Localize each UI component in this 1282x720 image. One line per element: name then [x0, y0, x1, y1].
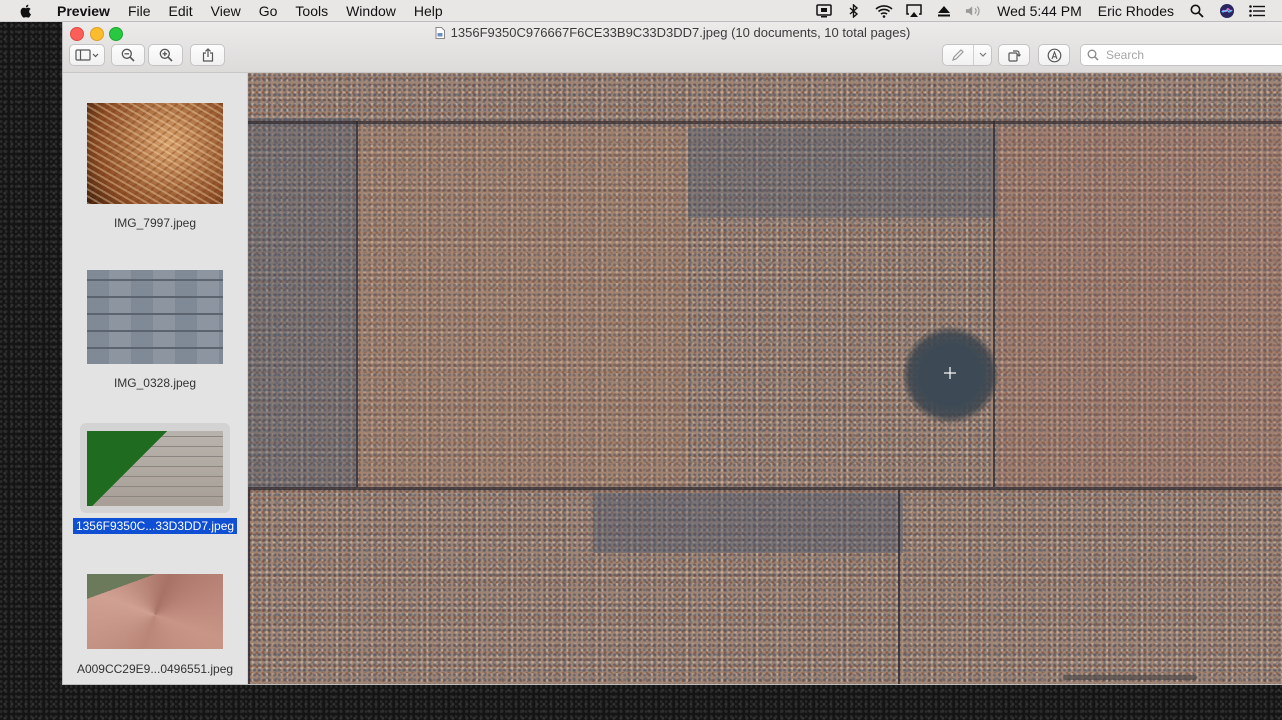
markup-toolbar-button[interactable]	[1038, 44, 1070, 66]
thumbnail-label: A009CC29E9...0496551.jpeg	[76, 662, 234, 676]
bluetooth-icon[interactable]	[845, 3, 863, 19]
shingle-region	[248, 118, 358, 488]
eject-icon[interactable]	[935, 3, 953, 19]
share-button[interactable]	[190, 44, 225, 66]
window-title-text: 1356F9350C976667F6CE33B9C33D3DD7.jpeg (1…	[450, 25, 911, 40]
thumbnail-image[interactable]	[87, 103, 223, 204]
siri-icon[interactable]	[1218, 3, 1236, 19]
shingle-region	[593, 493, 903, 553]
zoom-out-button[interactable]	[111, 44, 145, 66]
menu-clock[interactable]: Wed 5:44 PM	[997, 3, 1082, 19]
thumbnail-label: IMG_7997.jpeg	[113, 216, 197, 230]
shingle-region	[358, 128, 688, 488]
title-bar[interactable]: 1356F9350C976667F6CE33B9C33D3DD7.jpeg (1…	[63, 22, 1282, 73]
rotate-button[interactable]	[998, 44, 1030, 66]
menu-window[interactable]: Window	[337, 0, 405, 22]
search-field[interactable]	[1080, 44, 1282, 66]
menu-user-name[interactable]: Eric Rhodes	[1098, 3, 1174, 19]
shingle-seam	[248, 487, 1282, 490]
markup-pen-button[interactable]	[942, 44, 992, 66]
rotate-icon	[1008, 50, 1021, 62]
chevron-down-icon	[979, 52, 987, 57]
horizontal-scrollbar[interactable]	[1063, 675, 1197, 680]
shingle-seam	[993, 121, 995, 487]
thumbnail-image[interactable]	[87, 431, 223, 506]
markup-icon	[1047, 48, 1061, 62]
menu-view[interactable]: View	[202, 0, 250, 22]
shingle-seam	[356, 121, 358, 487]
thumbnail-image[interactable]	[87, 270, 223, 364]
volume-icon[interactable]	[965, 3, 983, 19]
thumbnail-sidebar[interactable]: IMG_7997.jpeg IMG_0328.jpeg 1356F9350C..…	[63, 73, 248, 684]
search-input[interactable]	[1104, 47, 1268, 63]
sidebar-view-button[interactable]	[69, 44, 105, 66]
window-title: 1356F9350C976667F6CE33B9C33D3DD7.jpeg (1…	[63, 25, 1282, 40]
spotlight-search-icon[interactable]	[1188, 3, 1206, 19]
crosshair-cursor-icon	[944, 367, 956, 379]
zoom-in-icon	[159, 48, 173, 62]
wifi-icon[interactable]	[875, 3, 893, 19]
menu-help[interactable]: Help	[405, 0, 452, 22]
shingle-region	[998, 128, 1282, 488]
menu-file[interactable]: File	[119, 0, 160, 22]
shingle-seam	[248, 121, 1282, 124]
apple-menu-icon[interactable]	[18, 3, 34, 19]
preview-window: 1356F9350C976667F6CE33B9C33D3DD7.jpeg (1…	[63, 22, 1282, 684]
screen-recording-icon[interactable]	[815, 3, 833, 19]
shingle-seam	[248, 490, 250, 684]
zoom-in-button[interactable]	[148, 44, 183, 66]
menu-extras: Wed 5:44 PM Eric Rhodes	[809, 0, 1272, 22]
sidebar-toggle-icon	[75, 49, 99, 61]
menu-go[interactable]: Go	[250, 0, 287, 22]
notification-center-icon[interactable]	[1248, 3, 1266, 19]
image-viewer[interactable]	[248, 73, 1282, 684]
menu-tools[interactable]: Tools	[286, 0, 337, 22]
share-icon	[202, 48, 213, 62]
thumbnail-label: IMG_0328.jpeg	[113, 376, 197, 390]
menu-bar: Preview File Edit View Go Tools Window H…	[0, 0, 1282, 22]
thumbnail-image[interactable]	[87, 574, 223, 649]
document-icon	[435, 26, 445, 39]
menu-edit[interactable]: Edit	[160, 0, 202, 22]
zoom-out-icon	[121, 48, 135, 62]
menu-app-preview[interactable]: Preview	[48, 0, 119, 22]
search-icon	[1087, 49, 1099, 61]
airplay-icon[interactable]	[905, 3, 923, 19]
pen-icon	[952, 49, 964, 61]
thumbnail-label: 1356F9350C...33D3DD7.jpeg	[63, 518, 247, 534]
shingle-seam	[898, 490, 900, 684]
shingle-region	[688, 128, 998, 218]
